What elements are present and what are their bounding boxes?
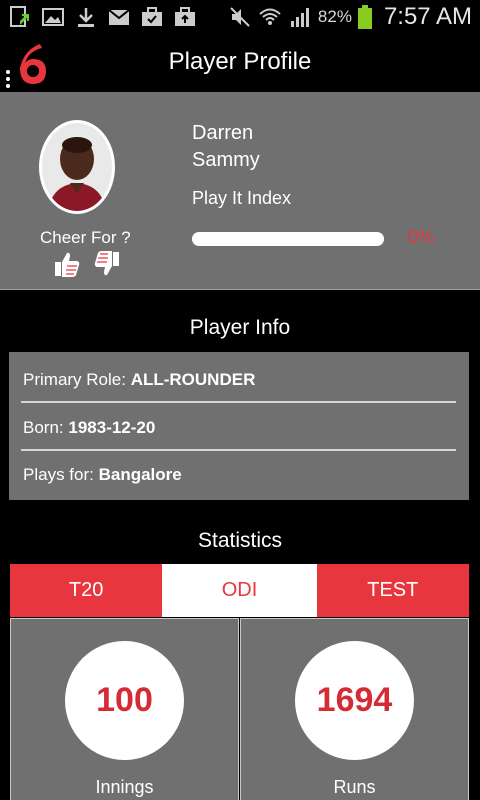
- wifi-icon: [259, 8, 281, 25]
- play-it-index-value: 0%: [408, 227, 435, 247]
- plays-for-label: Plays for:: [23, 465, 94, 484]
- stat-card-innings: 100 Innings: [10, 618, 239, 800]
- info-divider: [21, 401, 456, 403]
- player-photo: [42, 123, 112, 211]
- briefcase-upload-icon: [175, 7, 195, 26]
- statistics-title: Statistics: [197, 529, 283, 552]
- tab-test[interactable]: TEST: [315, 564, 469, 617]
- cheer-label: Cheer For ?: [40, 228, 131, 247]
- gallery-icon: [42, 8, 64, 26]
- battery-percent: 82%: [317, 7, 352, 26]
- stat-card-runs: 1694 Runs: [240, 618, 469, 800]
- stat-value: 100: [65, 641, 184, 760]
- notification-icons: [8, 5, 197, 29]
- stat-label: Innings: [95, 777, 154, 797]
- info-divider: [21, 449, 456, 451]
- player-avatar: [39, 120, 115, 214]
- stat-value: 1694: [295, 641, 414, 760]
- tab-odi[interactable]: ODI: [162, 564, 316, 617]
- tab-t20[interactable]: T20: [10, 564, 163, 617]
- player-info-title: Player Info: [189, 316, 291, 339]
- app-header: Player Profile: [0, 36, 480, 92]
- system-status: 82% 7:57 AM: [228, 3, 472, 31]
- profile-card: Darren Sammy Play It Index 0% Cheer For …: [0, 92, 480, 290]
- upload-notification-icon: [10, 6, 29, 27]
- player-info-box: Primary Role: ALL-ROUNDER Born: 1983-12-…: [9, 352, 469, 500]
- primary-role-row: Primary Role: ALL-ROUNDER: [23, 370, 255, 390]
- format-tabs: T20 ODI TEST: [10, 564, 469, 617]
- play-it-index-bar: [192, 232, 384, 246]
- plays-for-row: Plays for: Bangalore: [23, 465, 182, 485]
- born-value: 1983-12-20: [68, 418, 156, 437]
- mute-icon: [230, 7, 250, 27]
- plays-for-value: Bangalore: [98, 465, 182, 484]
- born-label: Born:: [23, 418, 64, 437]
- clock: 7:57 AM: [383, 3, 472, 30]
- battery-icon: [357, 5, 372, 29]
- status-bar: 82% 7:57 AM: [0, 0, 480, 36]
- download-icon: [78, 8, 94, 27]
- signal-icon: [290, 8, 309, 27]
- play-it-index-label: Play It Index: [192, 188, 292, 208]
- gmail-icon: [108, 9, 130, 25]
- page-title: Player Profile: [168, 48, 312, 75]
- thumbs-up-icon[interactable]: [54, 250, 80, 278]
- player-name: Darren Sammy: [192, 122, 260, 171]
- briefcase-check-icon: [142, 7, 162, 26]
- primary-role-label: Primary Role:: [23, 370, 126, 389]
- primary-role-value: ALL-ROUNDER: [130, 370, 256, 389]
- thumbs-down-icon[interactable]: [94, 250, 120, 278]
- born-row: Born: 1983-12-20: [23, 418, 155, 438]
- stat-label: Runs: [333, 777, 376, 797]
